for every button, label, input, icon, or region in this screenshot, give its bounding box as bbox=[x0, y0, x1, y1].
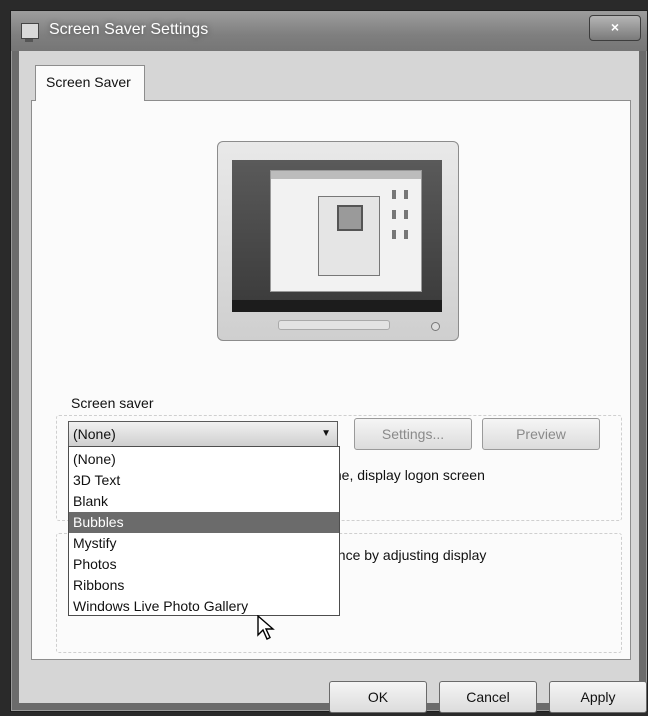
option-bubbles[interactable]: Bubbles bbox=[69, 512, 339, 533]
settings-button[interactable]: Settings... bbox=[354, 418, 472, 450]
monitor-preview bbox=[217, 141, 459, 341]
option-none[interactable]: (None) bbox=[69, 449, 339, 470]
preview-button[interactable]: Preview bbox=[482, 418, 600, 450]
cancel-button[interactable]: Cancel bbox=[439, 681, 537, 713]
preview-screen bbox=[232, 160, 442, 312]
logon-screen-checkbox-label: me, display logon screen bbox=[330, 467, 485, 483]
display-icon bbox=[21, 23, 39, 42]
picture-icon bbox=[337, 205, 363, 231]
monitor-stand bbox=[278, 320, 390, 330]
screen-saver-settings-dialog: Screen Saver Settings × Screen Saver Scr… bbox=[10, 10, 648, 713]
title-bar[interactable]: Screen Saver Settings × bbox=[11, 11, 647, 51]
option-3d-text[interactable]: 3D Text bbox=[69, 470, 339, 491]
option-ribbons[interactable]: Ribbons bbox=[69, 575, 339, 596]
tab-panel: Screen saver (None) ▼ Settings... Previe… bbox=[31, 100, 631, 660]
ok-button[interactable]: OK bbox=[329, 681, 427, 713]
option-photos[interactable]: Photos bbox=[69, 554, 339, 575]
power-text: ance by adjusting display bbox=[330, 547, 487, 563]
apply-button[interactable]: Apply bbox=[549, 681, 647, 713]
power-led-icon bbox=[431, 322, 440, 331]
window-title: Screen Saver Settings bbox=[49, 21, 209, 38]
screen-saver-select[interactable]: (None) ▼ bbox=[68, 421, 338, 447]
screen-saver-select-value: (None) bbox=[73, 426, 116, 442]
chevron-down-icon[interactable]: ▼ bbox=[321, 422, 331, 446]
tab-screen-saver[interactable]: Screen Saver bbox=[35, 65, 145, 101]
screen-saver-dropdown-list: (None) 3D Text Blank Bubbles Mystify Pho… bbox=[68, 446, 340, 640]
dialog-client-area: Screen Saver Screen saver (None) ▼ Setti… bbox=[19, 51, 647, 713]
option-blank[interactable]: Blank bbox=[69, 491, 339, 512]
option-windows-live-photo-gallery[interactable]: Windows Live Photo Gallery bbox=[69, 596, 339, 617]
close-button[interactable]: × bbox=[589, 15, 641, 41]
option-mystify[interactable]: Mystify bbox=[69, 533, 339, 554]
screen-saver-group-label: Screen saver bbox=[68, 395, 157, 411]
